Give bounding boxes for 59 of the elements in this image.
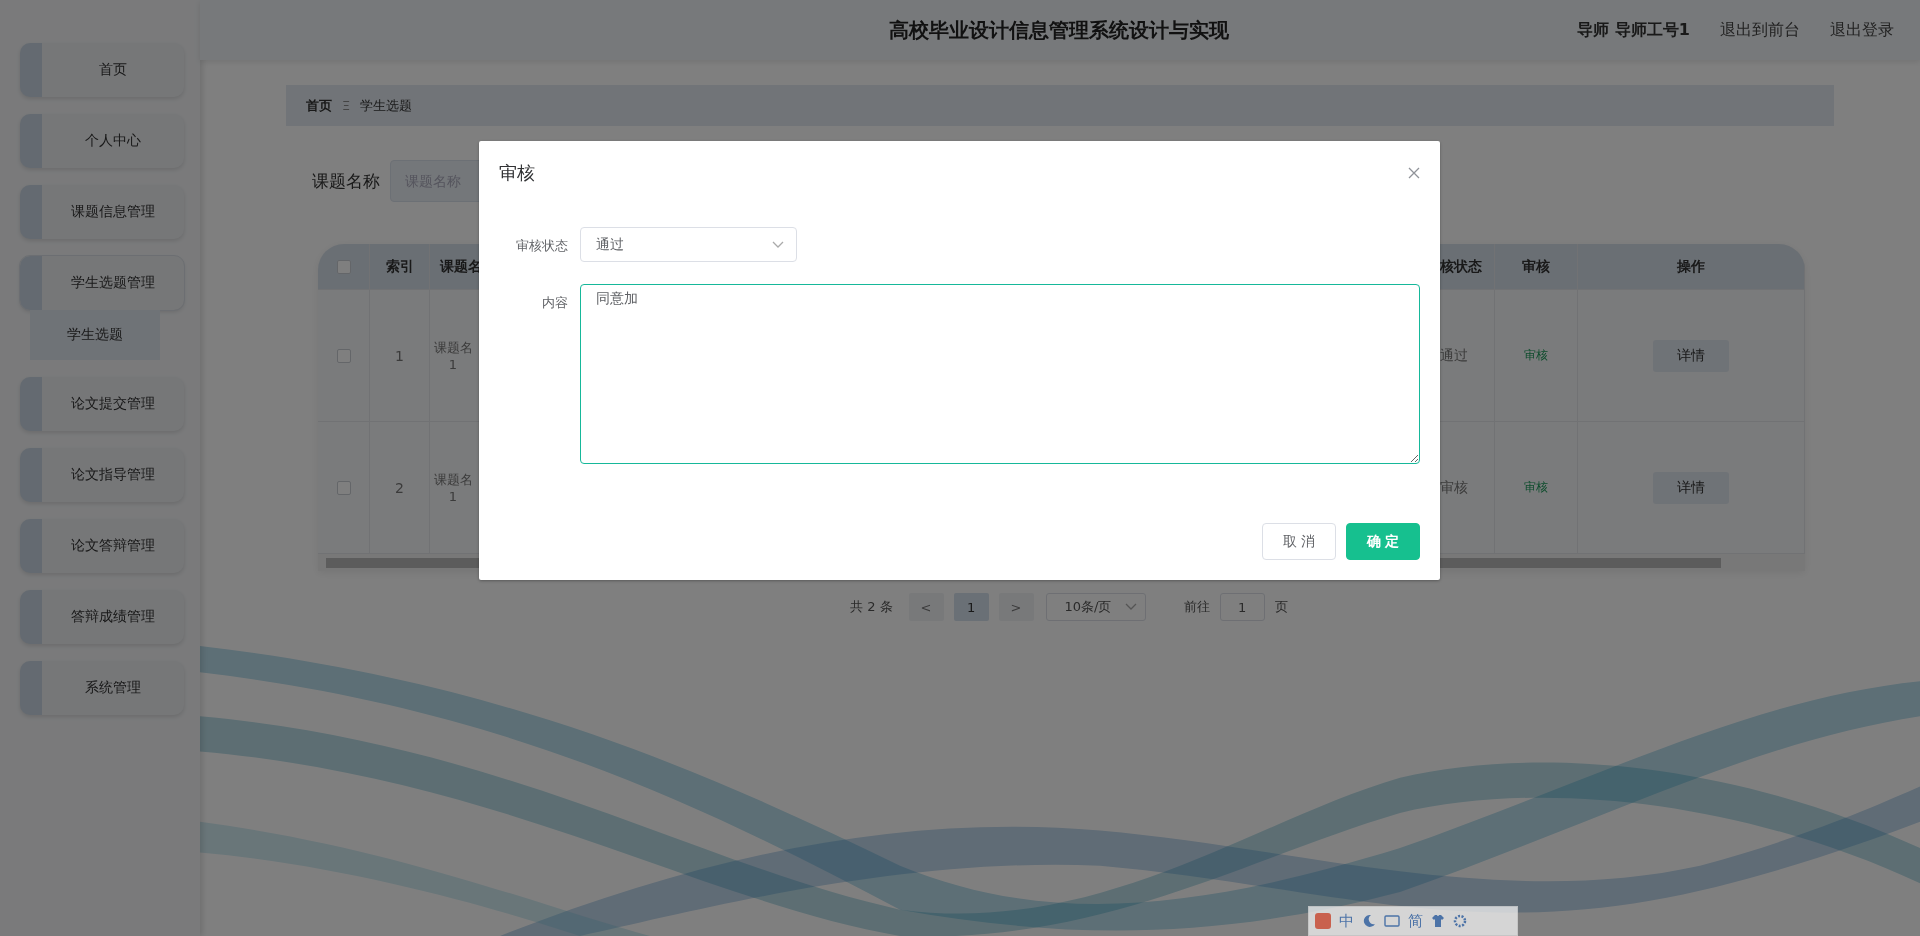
status-select[interactable]: 通过 [580, 227, 797, 262]
header-link[interactable]: 退出到前台 [1720, 19, 1800, 41]
chevron-icon [1124, 603, 1137, 611]
shirt-icon[interactable] [1431, 914, 1445, 928]
table-cell: 审核 [1440, 478, 1468, 497]
select-all-checkbox[interactable] [336, 259, 351, 274]
column-header: 索引 [385, 257, 414, 276]
page-suffix: 页 [1274, 598, 1288, 616]
table-cell: 2 [395, 479, 404, 496]
sidebar-item[interactable]: 首页 [20, 43, 184, 97]
detail-button[interactable]: 详情 [1653, 339, 1729, 372]
content-field[interactable]: 同意加 [580, 284, 1420, 464]
input-mode-toggle[interactable]: 中 [1339, 911, 1354, 931]
next-page-button[interactable]: > [998, 593, 1034, 621]
page-size-select[interactable]: 10条/页 [1045, 593, 1146, 621]
column-header: 核状态 [1440, 257, 1482, 276]
search-label: 课题名称 [312, 169, 380, 193]
header-link[interactable]: 退出登录 [1830, 19, 1894, 41]
page-button[interactable]: 1 [953, 593, 989, 621]
cancel-button[interactable]: 取 消 [1262, 523, 1336, 560]
field-label: 审核状态 [515, 237, 568, 255]
sidebar-item[interactable]: 系统管理 [20, 661, 184, 715]
sidebar-item[interactable]: 论文提交管理 [20, 377, 184, 431]
goto-page-field[interactable]: 1 [1219, 593, 1265, 621]
dialog-title: 审核 [499, 161, 535, 185]
sidebar-item[interactable]: 课题信息管理 [20, 185, 184, 239]
user-name: 导师 导师工号1 [1577, 19, 1690, 41]
charset-toggle[interactable]: 简 [1408, 911, 1423, 931]
column-header: 操作 [1677, 257, 1705, 276]
sidebar-item[interactable]: 学生选题管理 [20, 256, 184, 310]
breadcrumb-link[interactable]: 学生选题 [360, 96, 413, 115]
row-checkbox[interactable] [336, 348, 351, 363]
review-link[interactable]: 审核 [1524, 479, 1548, 496]
table-cell: 课题名 1 [432, 471, 474, 504]
close-icon[interactable] [1408, 167, 1420, 179]
goto-label: 前往 [1183, 598, 1210, 616]
app-title: 高校毕业设计信息管理系统设计与实现 [887, 16, 1230, 44]
prev-page-button[interactable]: < [908, 593, 944, 621]
chevron-icon [772, 240, 784, 249]
sidebar-item[interactable]: 答辩成绩管理 [20, 590, 184, 644]
review-link[interactable]: 审核 [1524, 347, 1548, 364]
breadcrumb-link[interactable]: 首页 [306, 96, 332, 115]
sidebar-subitem[interactable]: 学生选题 [30, 310, 160, 360]
row-checkbox[interactable] [336, 480, 351, 495]
table-cell: 课题名 1 [432, 339, 474, 372]
field-label: 内容 [541, 294, 568, 312]
sidebar-item[interactable]: 个人中心 [20, 114, 184, 168]
total-count: 共 2 条 [850, 598, 893, 616]
settings-icon[interactable] [1453, 914, 1467, 928]
keyboard-icon[interactable] [1384, 915, 1400, 927]
moon-icon[interactable] [1362, 914, 1376, 928]
column-header: 审核 [1522, 257, 1550, 276]
sidebar-item[interactable]: 论文指导管理 [20, 448, 184, 502]
confirm-button[interactable]: 确 定 [1346, 523, 1420, 560]
sidebar-item[interactable]: 论文答辩管理 [20, 519, 184, 573]
table-cell: 1 [395, 347, 404, 364]
detail-button[interactable]: 详情 [1653, 471, 1729, 504]
table-cell: 通过 [1440, 346, 1468, 365]
logo-icon [1315, 913, 1331, 929]
